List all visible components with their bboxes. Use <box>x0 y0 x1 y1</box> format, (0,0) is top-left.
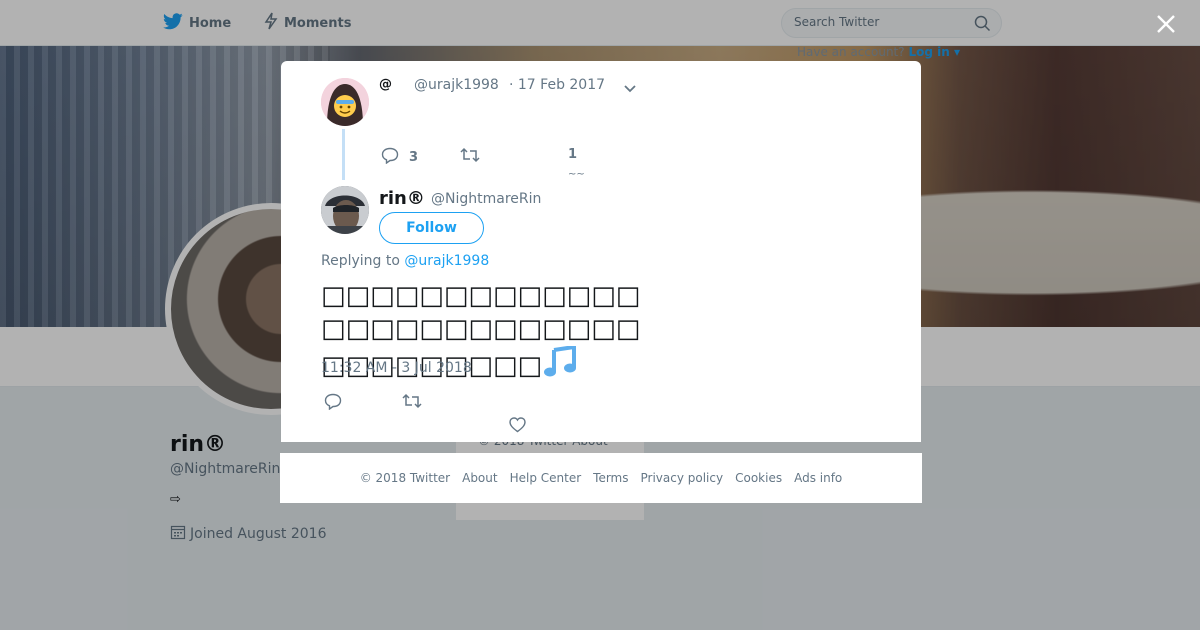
tweet-timestamp[interactable]: 11:32 AM - 3 Jul 2018 <box>321 360 472 376</box>
parent-tweet-time[interactable]: · 17 Feb 2017 <box>509 77 605 93</box>
parent-like-count: 1 <box>568 147 578 162</box>
chevron-down-icon[interactable] <box>623 79 637 98</box>
parent-like-button[interactable]: 1 <box>568 147 577 162</box>
reply-button[interactable] <box>324 393 342 414</box>
retweet-icon <box>460 147 480 167</box>
replying-prefix: Replying to <box>321 253 400 269</box>
music-note-icon <box>542 344 578 387</box>
like-tooltip: ~~ <box>568 169 585 180</box>
main-tweet-handle[interactable]: @NightmareRin <box>431 191 541 207</box>
follow-button[interactable]: Follow <box>379 212 484 244</box>
footer-ads-link[interactable]: Ads info <box>794 471 842 485</box>
like-button[interactable] <box>509 417 526 437</box>
footer-cookies-link[interactable]: Cookies <box>735 471 782 485</box>
main-avatar[interactable] <box>321 186 369 234</box>
parent-reply-button[interactable]: 3 <box>381 147 418 168</box>
parent-retweet-button[interactable] <box>460 147 480 167</box>
replying-to: Replying to @urajk1998 <box>321 253 489 269</box>
parent-tweet-handle[interactable]: @urajk1998 <box>414 77 499 93</box>
thread-line <box>342 129 345 180</box>
main-tweet-name[interactable]: rin® <box>379 188 425 209</box>
footer-help-link[interactable]: Help Center <box>510 471 582 485</box>
footer-privacy-link[interactable]: Privacy policy <box>641 471 724 485</box>
close-icon[interactable] <box>1154 12 1178 36</box>
footer-terms-link[interactable]: Terms <box>593 471 628 485</box>
modal-footer: © 2018 Twitter About Help Center Terms P… <box>280 453 922 503</box>
parent-reply-count: 3 <box>409 150 419 165</box>
heart-icon <box>509 417 526 437</box>
footer-copyright: © 2018 Twitter <box>359 471 451 485</box>
tweet-modal: @ @urajk1998 · 17 Feb 2017 3 1 ~~ rin® @… <box>281 61 921 442</box>
parent-avatar[interactable] <box>321 78 369 126</box>
reply-icon <box>324 393 342 414</box>
parent-tweet-name[interactable]: @ <box>379 77 392 92</box>
retweet-icon <box>402 393 422 413</box>
retweet-button[interactable] <box>402 393 422 413</box>
replying-to-link[interactable]: @urajk1998 <box>404 253 489 269</box>
footer-about-link[interactable]: About <box>462 471 497 485</box>
reply-icon <box>381 147 399 168</box>
